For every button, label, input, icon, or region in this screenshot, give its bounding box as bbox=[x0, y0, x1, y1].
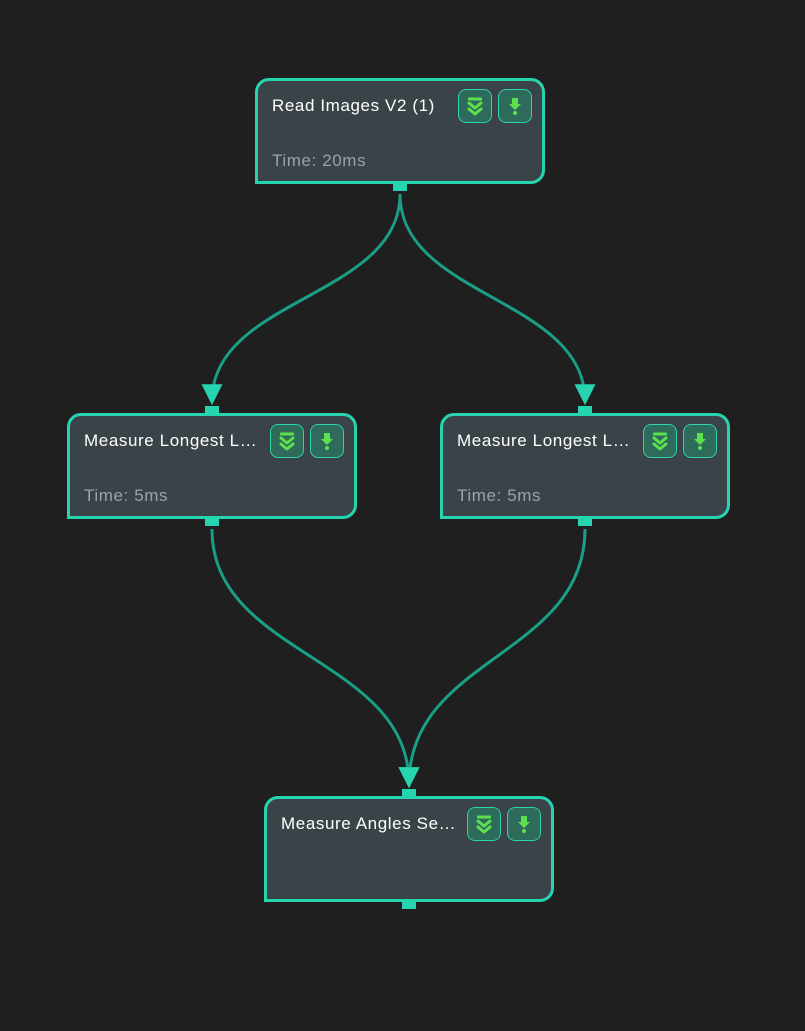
port-out[interactable] bbox=[205, 516, 219, 526]
port-out[interactable] bbox=[393, 181, 407, 191]
expand-button[interactable] bbox=[643, 424, 677, 458]
node-time-label: Time: 5ms bbox=[84, 486, 168, 506]
node-header: Measure Longest L… bbox=[70, 416, 354, 458]
node-buttons bbox=[643, 424, 717, 458]
node-buttons bbox=[467, 807, 541, 841]
node-read-images[interactable]: Read Images V2 (1) Time: 20ms bbox=[255, 78, 545, 184]
port-in[interactable] bbox=[578, 406, 592, 416]
expand-down-icon bbox=[474, 814, 494, 834]
node-measure-longest-right[interactable]: Measure Longest L… Time: 5ms bbox=[440, 413, 730, 519]
node-header: Read Images V2 (1) bbox=[258, 81, 542, 123]
node-title: Measure Angles Se… bbox=[281, 814, 459, 834]
info-button[interactable] bbox=[507, 807, 541, 841]
info-down-icon bbox=[690, 431, 710, 451]
expand-down-icon bbox=[277, 431, 297, 451]
node-buttons bbox=[270, 424, 344, 458]
flow-canvas[interactable]: Read Images V2 (1) Time: 20ms Measure Lo… bbox=[0, 0, 805, 1031]
port-in[interactable] bbox=[205, 406, 219, 416]
expand-button[interactable] bbox=[270, 424, 304, 458]
node-time-label: Time: 5ms bbox=[457, 486, 541, 506]
edge-measure-longest-left-to-measure-angles bbox=[212, 529, 409, 784]
info-down-icon bbox=[514, 814, 534, 834]
node-measure-longest-left[interactable]: Measure Longest L… Time: 5ms bbox=[67, 413, 357, 519]
info-button[interactable] bbox=[683, 424, 717, 458]
node-title: Read Images V2 (1) bbox=[272, 96, 450, 116]
edge-read-images-to-measure-longest-left bbox=[212, 194, 400, 401]
edge-read-images-to-measure-longest-right bbox=[400, 194, 585, 401]
expand-down-icon bbox=[650, 431, 670, 451]
info-down-icon bbox=[317, 431, 337, 451]
node-header: Measure Longest L… bbox=[443, 416, 727, 458]
expand-button[interactable] bbox=[467, 807, 501, 841]
info-down-icon bbox=[505, 96, 525, 116]
expand-down-icon bbox=[465, 96, 485, 116]
node-buttons bbox=[458, 89, 532, 123]
node-header: Measure Angles Se… bbox=[267, 799, 551, 841]
node-time-label: Time: 20ms bbox=[272, 151, 366, 171]
port-out[interactable] bbox=[578, 516, 592, 526]
info-button[interactable] bbox=[498, 89, 532, 123]
expand-button[interactable] bbox=[458, 89, 492, 123]
node-title: Measure Longest L… bbox=[457, 431, 635, 451]
node-title: Measure Longest L… bbox=[84, 431, 262, 451]
port-out[interactable] bbox=[402, 899, 416, 909]
port-in[interactable] bbox=[402, 789, 416, 799]
node-measure-angles[interactable]: Measure Angles Se… bbox=[264, 796, 554, 902]
edge-measure-longest-right-to-measure-angles bbox=[409, 529, 585, 784]
info-button[interactable] bbox=[310, 424, 344, 458]
